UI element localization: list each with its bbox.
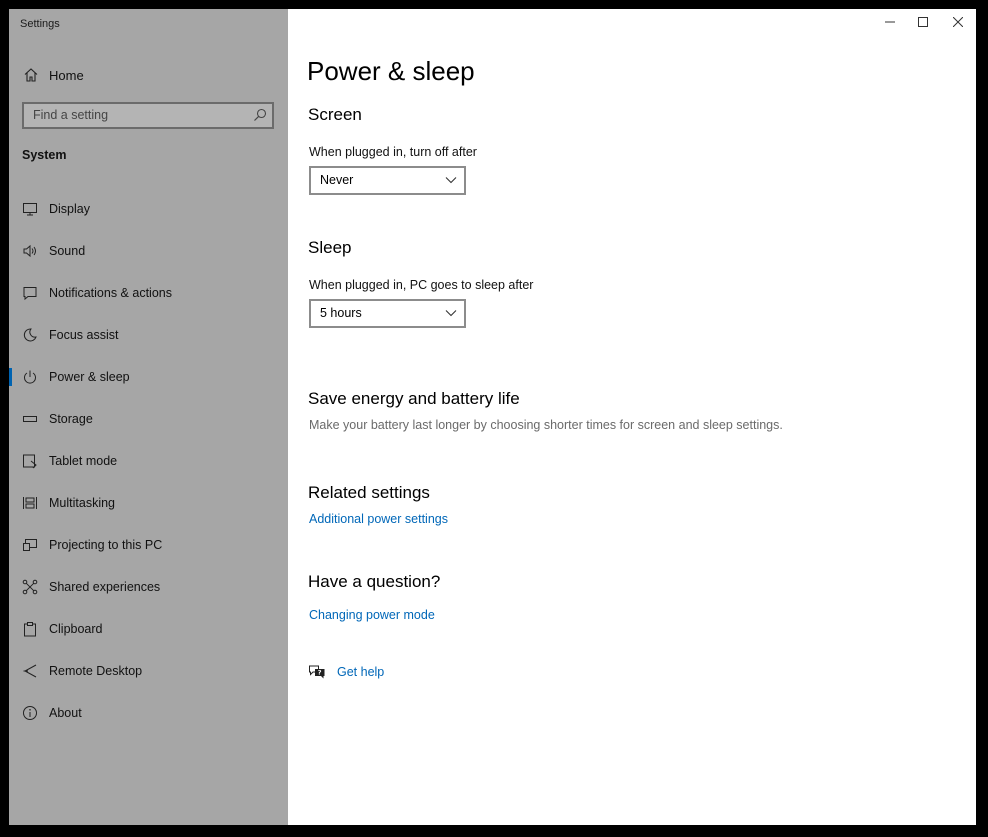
screen-heading: Screen bbox=[308, 105, 362, 124]
home-label: Home bbox=[49, 67, 84, 83]
sidebar-item-about[interactable]: About bbox=[9, 692, 288, 734]
sidebar-item-projecting[interactable]: Projecting to this PC bbox=[9, 524, 288, 566]
sidebar-item-label: About bbox=[49, 706, 82, 720]
sidebar-item-clipboard[interactable]: Clipboard bbox=[9, 608, 288, 650]
sidebar-item-sound[interactable]: Sound bbox=[9, 230, 288, 272]
sidebar-item-power-sleep[interactable]: Power & sleep bbox=[9, 356, 288, 398]
sidebar-item-label: Multitasking bbox=[49, 496, 115, 510]
search-input[interactable]: Find a setting bbox=[33, 108, 108, 122]
settings-window: Settings Home Find a setting System Disp… bbox=[9, 9, 976, 825]
additional-power-settings-link[interactable]: Additional power settings bbox=[309, 512, 448, 526]
shared-icon bbox=[22, 579, 38, 595]
screen-timeout-dropdown[interactable]: Never bbox=[309, 166, 466, 195]
sleep-timeout-value: 5 hours bbox=[320, 306, 362, 320]
page-title: Power & sleep bbox=[307, 56, 475, 86]
multitasking-icon bbox=[22, 495, 38, 511]
search-icon[interactable] bbox=[253, 108, 267, 122]
sidebar-item-label: Remote Desktop bbox=[49, 664, 143, 678]
speaker-icon bbox=[22, 243, 38, 259]
sidebar-item-label: Sound bbox=[49, 244, 86, 258]
related-settings-heading: Related settings bbox=[308, 483, 430, 502]
notification-icon bbox=[22, 285, 38, 301]
chevron-down-icon bbox=[445, 310, 457, 317]
sidebar-item-label: Clipboard bbox=[49, 622, 103, 636]
home-link[interactable]: Home bbox=[22, 65, 84, 85]
screen-label: When plugged in, turn off after bbox=[309, 145, 477, 159]
remote-desktop-icon bbox=[22, 663, 38, 679]
sidebar-item-display[interactable]: Display bbox=[9, 188, 288, 230]
minimize-icon bbox=[885, 21, 895, 23]
save-energy-heading: Save energy and battery life bbox=[308, 389, 520, 408]
screen-timeout-value: Never bbox=[320, 173, 354, 187]
app-title: Settings bbox=[20, 18, 60, 30]
sleep-timeout-dropdown[interactable]: 5 hours bbox=[309, 299, 466, 328]
sidebar-nav: Display Sound Notifications & actions Fo… bbox=[9, 188, 288, 734]
home-icon bbox=[22, 66, 40, 84]
sidebar: Settings Home Find a setting System Disp… bbox=[9, 9, 288, 825]
get-help-label: Get help bbox=[337, 665, 385, 679]
sidebar-item-shared-experiences[interactable]: Shared experiences bbox=[9, 566, 288, 608]
section-label: System bbox=[22, 148, 67, 162]
sleep-heading: Sleep bbox=[308, 238, 352, 257]
sidebar-item-label: Projecting to this PC bbox=[49, 538, 163, 552]
sidebar-item-label: Notifications & actions bbox=[49, 286, 172, 300]
info-icon bbox=[22, 705, 38, 721]
sidebar-item-label: Shared experiences bbox=[49, 580, 161, 594]
sidebar-item-label: Tablet mode bbox=[49, 454, 118, 468]
chevron-down-icon bbox=[445, 177, 457, 184]
close-icon bbox=[953, 17, 963, 27]
sidebar-item-label: Storage bbox=[49, 412, 93, 426]
sidebar-item-remote-desktop[interactable]: Remote Desktop bbox=[9, 650, 288, 692]
sidebar-item-multitasking[interactable]: Multitasking bbox=[9, 482, 288, 524]
power-icon bbox=[22, 369, 38, 385]
search-box[interactable]: Find a setting bbox=[22, 102, 274, 129]
close-button[interactable] bbox=[947, 15, 969, 29]
main-content: Power & sleep Screen When plugged in, tu… bbox=[288, 9, 976, 825]
maximize-button[interactable] bbox=[912, 15, 934, 29]
changing-power-mode-link[interactable]: Changing power mode bbox=[309, 608, 435, 622]
save-energy-description: Make your battery last longer by choosin… bbox=[309, 418, 783, 432]
projecting-icon bbox=[22, 537, 38, 553]
sidebar-item-label: Display bbox=[49, 202, 90, 216]
sidebar-item-focus-assist[interactable]: Focus assist bbox=[9, 314, 288, 356]
question-heading: Have a question? bbox=[308, 572, 441, 591]
maximize-icon bbox=[918, 17, 928, 27]
get-help-link[interactable]: ? Get help bbox=[308, 663, 384, 681]
sidebar-item-notifications[interactable]: Notifications & actions bbox=[9, 272, 288, 314]
moon-icon bbox=[22, 327, 38, 343]
sidebar-item-label: Focus assist bbox=[49, 328, 119, 342]
minimize-button[interactable] bbox=[879, 15, 901, 29]
monitor-icon bbox=[22, 201, 38, 217]
storage-icon bbox=[22, 411, 38, 427]
tablet-icon bbox=[22, 453, 38, 469]
sidebar-item-tablet-mode[interactable]: Tablet mode bbox=[9, 440, 288, 482]
sleep-label: When plugged in, PC goes to sleep after bbox=[309, 278, 534, 292]
help-chat-icon: ? bbox=[308, 663, 326, 681]
clipboard-icon bbox=[22, 621, 38, 637]
sidebar-item-storage[interactable]: Storage bbox=[9, 398, 288, 440]
sidebar-item-label: Power & sleep bbox=[49, 370, 130, 384]
svg-text:?: ? bbox=[318, 669, 322, 677]
